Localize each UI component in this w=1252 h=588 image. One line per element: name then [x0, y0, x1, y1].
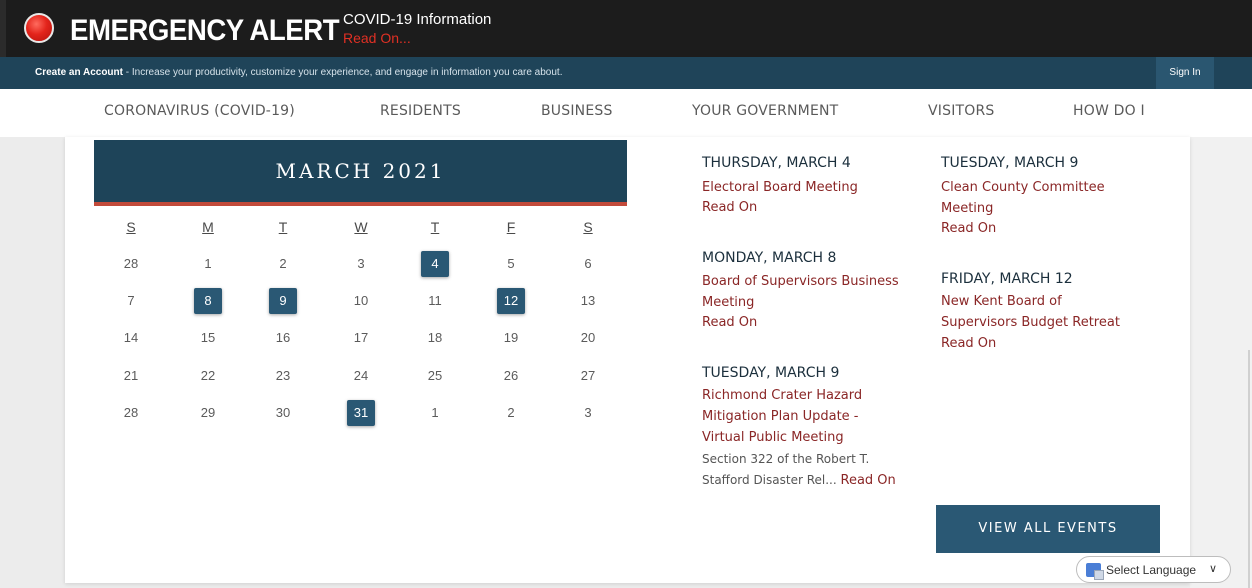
- calendar-header: MARCH 2021: [94, 140, 627, 206]
- event-date: TUESDAY, MARCH 9: [941, 155, 1079, 171]
- event-title-line: Mitigation Plan Update -: [702, 409, 859, 424]
- nav-item-residents[interactable]: RESIDENTS: [380, 103, 461, 119]
- emergency-alert-bar: EMERGENCY ALERT COVID-19 Information Rea…: [0, 0, 1252, 57]
- calendar-day: 20: [580, 330, 596, 345]
- create-account-link[interactable]: Create an Account: [35, 67, 123, 78]
- calendar-day-event[interactable]: 31: [347, 400, 375, 426]
- event-description-line: Section 322 of the Robert T.: [702, 452, 870, 466]
- event-title-line: Richmond Crater Hazard: [702, 388, 863, 403]
- calendar-day-event[interactable]: 9: [269, 288, 297, 314]
- event-title-line: Meeting: [941, 201, 994, 216]
- calendar-day: 1: [431, 405, 439, 420]
- event-title-line: Supervisors Budget Retreat: [941, 315, 1120, 330]
- calendar-day: 28: [123, 405, 139, 420]
- event-title-line: Virtual Public Meeting: [702, 430, 844, 445]
- weekday-fri: F: [506, 219, 516, 235]
- weekday-sat: S: [583, 219, 593, 235]
- calendar-day: 26: [503, 368, 519, 383]
- calendar-day: 16: [275, 330, 291, 345]
- calendar-day: 15: [200, 330, 216, 345]
- calendar-day: 27: [580, 368, 596, 383]
- event-title-line: Board of Supervisors Business: [702, 274, 899, 289]
- weekday-mon: M: [202, 219, 214, 235]
- calendar-day: 11: [428, 293, 442, 308]
- event-read-on-link[interactable]: Read On: [702, 200, 757, 215]
- calendar-day: 2: [507, 405, 515, 420]
- event-title-link[interactable]: Clean County Committee Meeting: [941, 177, 1105, 219]
- calendar-day-event[interactable]: 12: [497, 288, 525, 314]
- calendar-day: 22: [200, 368, 216, 383]
- calendar-day: 28: [123, 256, 139, 271]
- sign-in-button[interactable]: Sign In: [1156, 57, 1214, 89]
- weekday-sun: S: [126, 219, 136, 235]
- select-language-dropdown[interactable]: Select Language ∨: [1076, 556, 1231, 583]
- calendar-day: 5: [507, 256, 515, 271]
- nav-item-coronavirus[interactable]: CORONAVIRUS (COVID-19): [104, 103, 295, 119]
- calendar-day: 1: [204, 256, 212, 271]
- view-all-events-button[interactable]: VIEW ALL EVENTS: [936, 505, 1160, 553]
- event-title-link[interactable]: New Kent Board of Supervisors Budget Ret…: [941, 291, 1120, 333]
- event-title-link[interactable]: Board of Supervisors Business Meeting: [702, 271, 899, 313]
- account-message: Create an Account - Increase your produc…: [35, 67, 562, 78]
- calendar-day: 7: [127, 293, 135, 308]
- account-tagline: - Increase your productivity, customize …: [122, 67, 563, 78]
- calendar-day-event[interactable]: 8: [194, 288, 222, 314]
- event-title-line: Meeting: [702, 295, 755, 310]
- event-date: MONDAY, MARCH 8: [702, 250, 837, 266]
- calendar-day: 10: [353, 293, 369, 308]
- event-date: FRIDAY, MARCH 12: [941, 271, 1073, 287]
- calendar-day: 30: [275, 405, 291, 420]
- weekday-tue: T: [278, 219, 288, 235]
- nav-item-your-government[interactable]: YOUR GOVERNMENT: [692, 103, 838, 119]
- calendar-month-title: MARCH 2021: [275, 159, 446, 183]
- calendar-day: 3: [357, 256, 365, 271]
- event-read-on-link[interactable]: Read On: [941, 336, 996, 351]
- nav-item-how-do-i[interactable]: HOW DO I: [1073, 103, 1145, 119]
- calendar-day: 2: [279, 256, 287, 271]
- calendar-day: 13: [580, 293, 596, 308]
- event-date: TUESDAY, MARCH 9: [702, 365, 840, 381]
- alert-read-on-link[interactable]: Read On...: [343, 30, 411, 47]
- calendar-day: 14: [123, 330, 139, 345]
- calendar-day: 23: [275, 368, 291, 383]
- calendar-day: 25: [427, 368, 443, 383]
- event-description-line: Stafford Disaster Rel... Read On: [702, 470, 896, 491]
- weekday-wed: W: [354, 219, 368, 235]
- calendar-day: 21: [123, 368, 139, 383]
- scrollbar[interactable]: [1248, 350, 1250, 588]
- calendar-day: 18: [427, 330, 443, 345]
- weekday-thu: T: [430, 219, 440, 235]
- side-shade: [1190, 137, 1252, 588]
- calendar-day: 3: [584, 405, 592, 420]
- event-title-line: New Kent Board of: [941, 294, 1062, 309]
- translate-icon: [1086, 563, 1104, 580]
- nav-item-business[interactable]: BUSINESS: [541, 103, 613, 119]
- event-read-on-link[interactable]: Read On: [702, 315, 757, 330]
- calendar-day-event[interactable]: 4: [421, 251, 449, 277]
- calendar-day: 29: [200, 405, 216, 420]
- select-language-label: Select Language: [1106, 563, 1197, 577]
- main-nav: CORONAVIRUS (COVID-19) RESIDENTS BUSINES…: [0, 89, 1252, 137]
- nav-item-visitors[interactable]: VISITORS: [928, 103, 995, 119]
- event-read-on-link[interactable]: Read On: [841, 473, 896, 488]
- event-title-line: Clean County Committee: [941, 180, 1105, 195]
- calendar-day: 19: [503, 330, 519, 345]
- calendar-day: 6: [584, 256, 592, 271]
- event-date: THURSDAY, MARCH 4: [702, 155, 851, 171]
- event-description: Section 322 of the Robert T. Stafford Di…: [702, 449, 896, 491]
- event-description-text: Stafford Disaster Rel...: [702, 473, 837, 487]
- alert-title: EMERGENCY ALERT: [70, 14, 340, 47]
- calendar-day: 24: [353, 368, 369, 383]
- event-read-on-link[interactable]: Read On: [941, 221, 996, 236]
- event-title-link[interactable]: Electoral Board Meeting: [702, 177, 858, 198]
- alert-info-link[interactable]: COVID-19 Information: [343, 11, 491, 28]
- chevron-down-icon: ∨: [1209, 563, 1218, 575]
- alert-icon: [24, 13, 54, 43]
- event-title-link[interactable]: Richmond Crater Hazard Mitigation Plan U…: [702, 385, 862, 448]
- calendar-day: 17: [353, 330, 369, 345]
- account-bar: Create an Account - Increase your produc…: [0, 57, 1252, 89]
